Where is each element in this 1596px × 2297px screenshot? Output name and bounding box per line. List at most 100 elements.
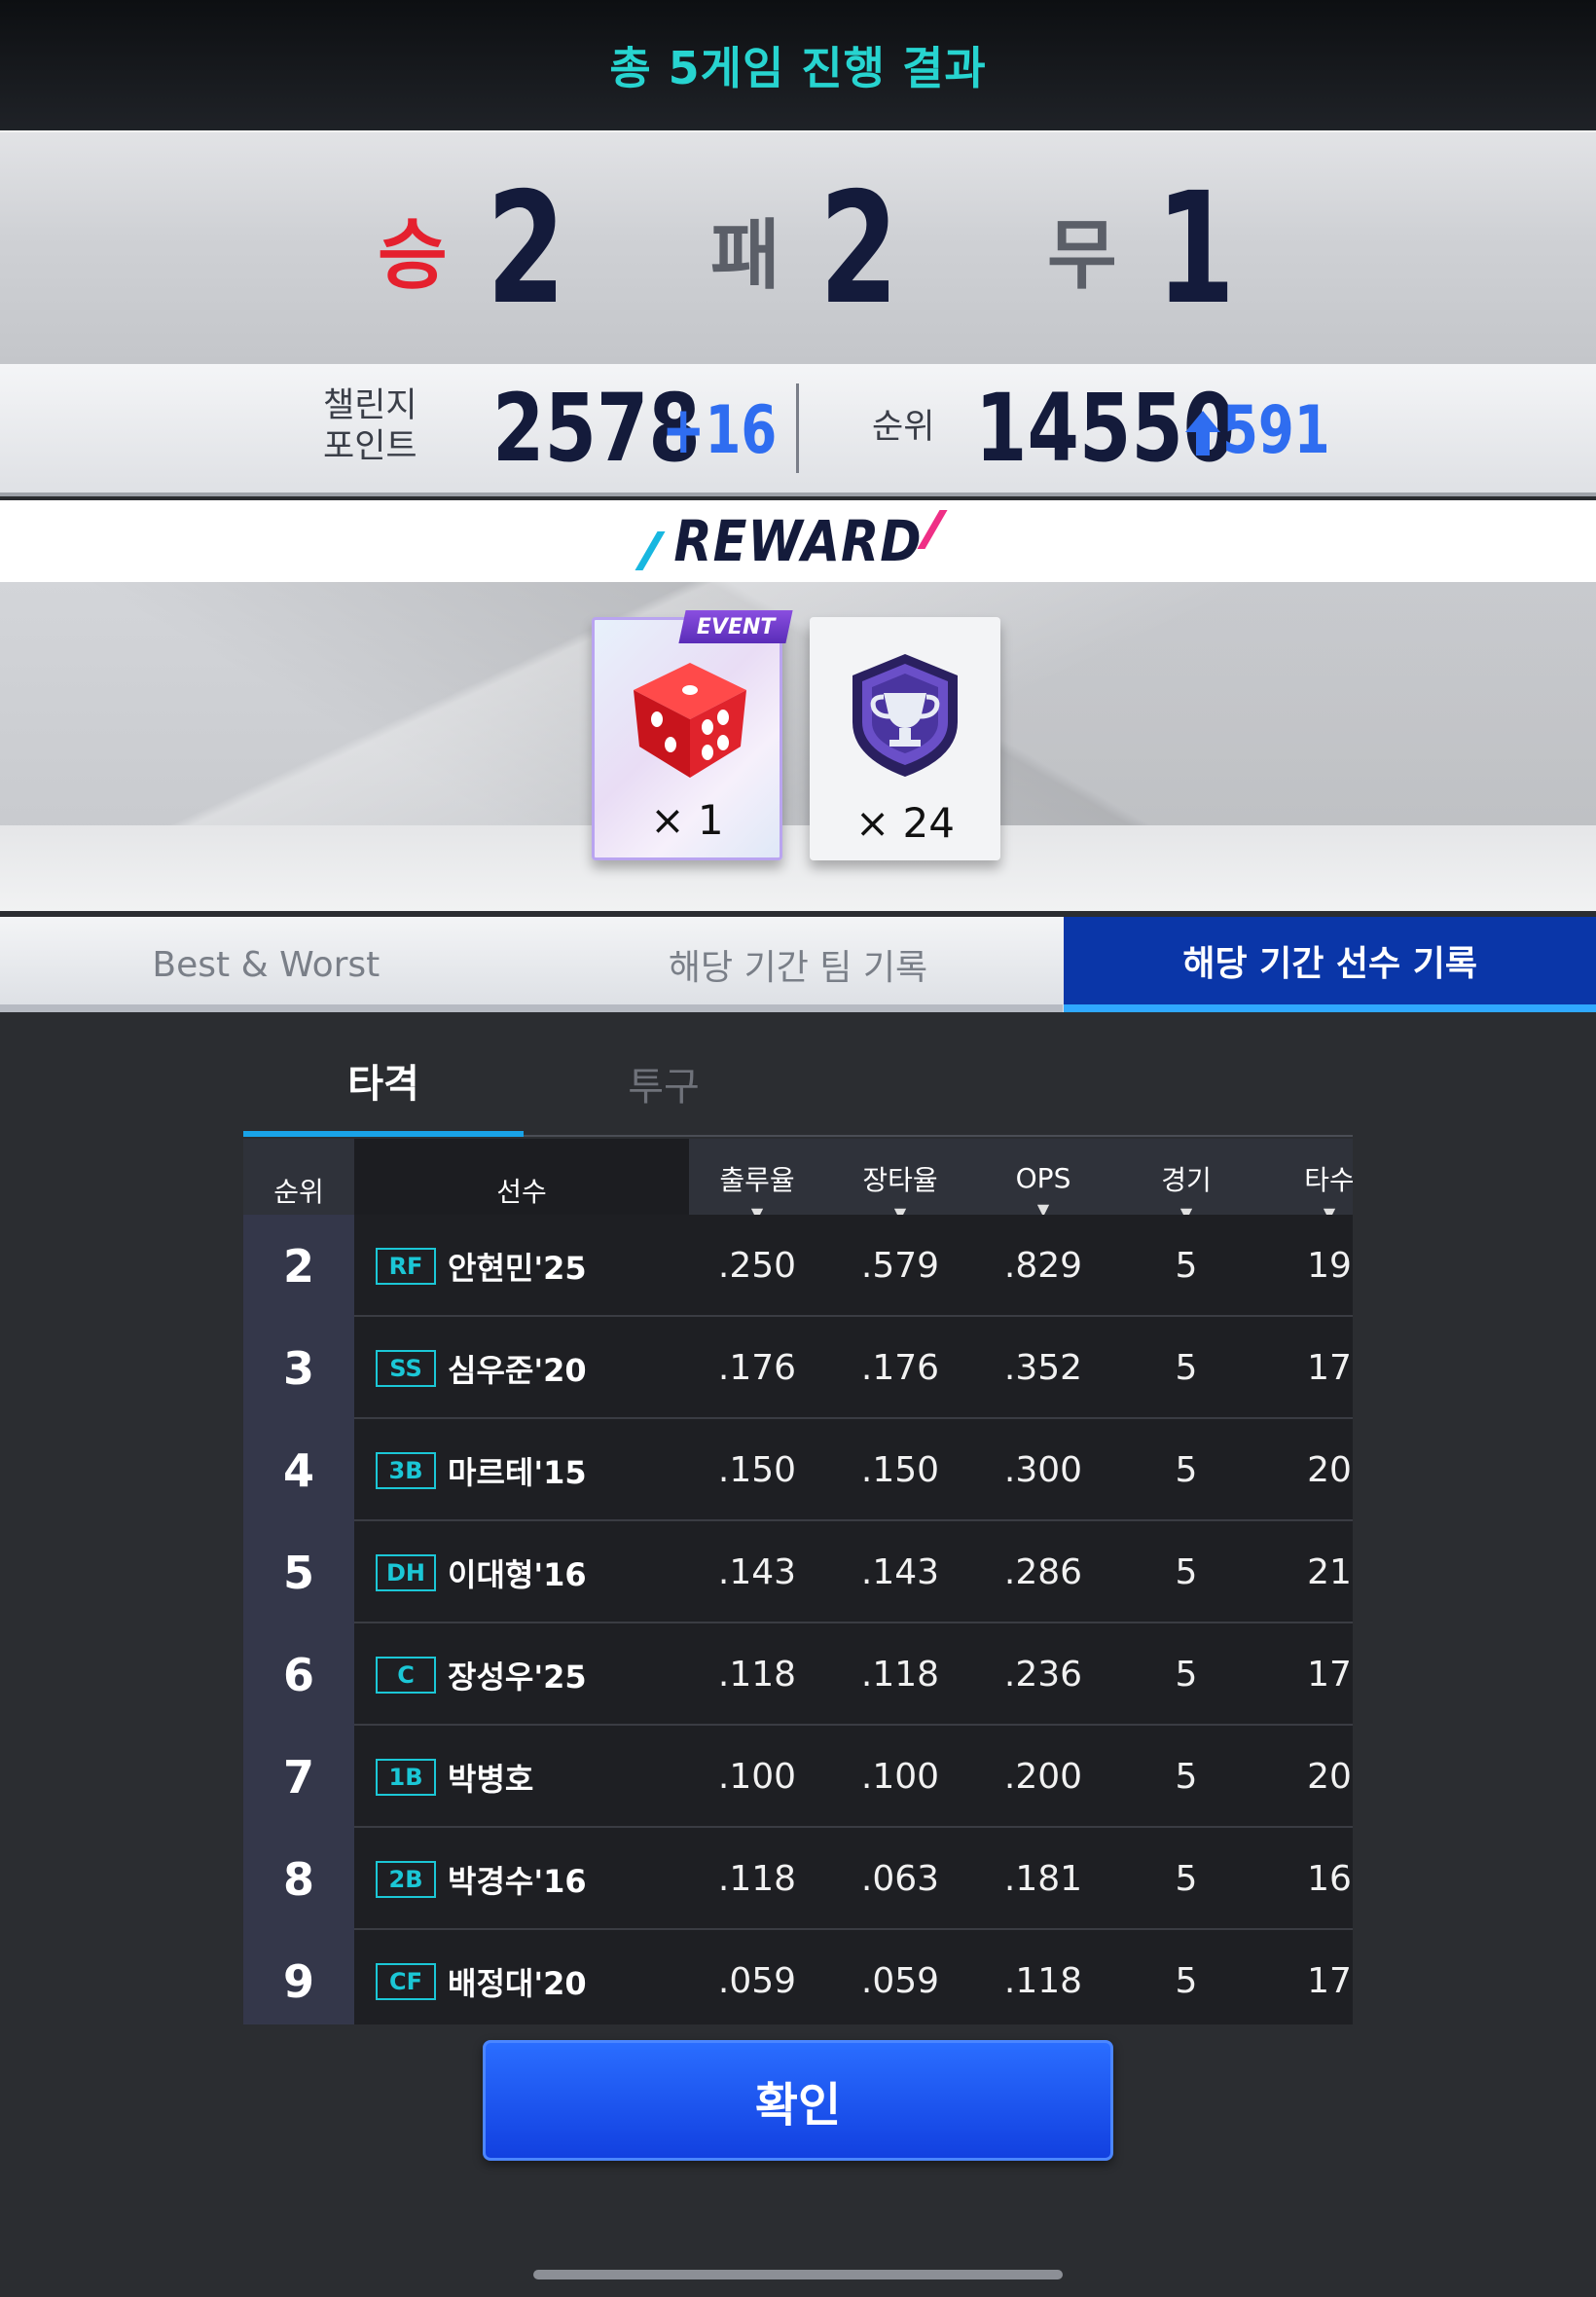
obp-value: .176 [717, 1348, 797, 1388]
slg-value: .059 [860, 1961, 940, 2001]
ops-value: .181 [1003, 1859, 1083, 1899]
slg-value: .100 [860, 1757, 940, 1797]
player-name: 박경수'16 [448, 1862, 587, 1900]
rank-cell: 9 [243, 1930, 354, 2024]
arrow-up-icon [1185, 411, 1220, 456]
rank-cell: 3 [243, 1317, 354, 1419]
rank-cell: 6 [243, 1623, 354, 1726]
reward-card-dice[interactable]: EVENT × 1 [592, 610, 793, 860]
games-value: 5 [1175, 1961, 1198, 2001]
slg-value: .118 [860, 1655, 940, 1695]
draw-label: 무 [1047, 212, 1117, 300]
position-badge: CF [376, 1963, 436, 2000]
games-value: 5 [1175, 1859, 1198, 1899]
position-badge: 1B [376, 1759, 436, 1796]
table-row[interactable]: 2 RF 안현민'25 .250 .579 .829 5 19 [243, 1215, 1353, 1317]
at-bats-value: 16 [1307, 1859, 1352, 1899]
tab-best-worst[interactable]: Best & Worst [0, 917, 532, 1012]
at-bats-value: 17 [1307, 1961, 1352, 2001]
ops-value: .352 [1003, 1348, 1083, 1388]
win-label: 승 [378, 212, 448, 300]
position-badge: SS [376, 1350, 436, 1387]
reward-card-trophy[interactable]: × 24 [810, 617, 1000, 860]
ops-value: .286 [1003, 1552, 1083, 1592]
win-count: 2 [486, 160, 565, 339]
loss-label: 패 [710, 212, 780, 300]
rank-cell: 5 [243, 1521, 354, 1623]
draw-record: 무 1 [1047, 160, 1252, 339]
table-row[interactable]: 3 SS 심우준'20 .176 .176 .352 5 17 [243, 1317, 1353, 1419]
player-name: 심우준'20 [448, 1351, 587, 1389]
player-name: 이대형'16 [448, 1555, 587, 1593]
table-row[interactable]: 7 1B 박병호 .100 .100 .200 5 20 [243, 1726, 1353, 1828]
position-badge: DH [376, 1554, 436, 1591]
games-value: 5 [1175, 1757, 1198, 1797]
reward-floor [0, 825, 1596, 911]
slg-value: .143 [860, 1552, 940, 1592]
at-bats-value: 20 [1307, 1757, 1352, 1797]
table-row[interactable]: 8 2B 박경수'16 .118 .063 .181 5 16 [243, 1828, 1353, 1930]
record-tabs: Best & Worst 해당 기간 팀 기록 해당 기간 선수 기록 [0, 917, 1596, 1012]
slg-value: .579 [860, 1246, 940, 1286]
games-value: 5 [1175, 1246, 1198, 1286]
rank-label: 순위 [872, 408, 935, 447]
rank-delta: 591 [1222, 392, 1330, 469]
table-row[interactable]: 6 C 장성우'25 .118 .118 .236 5 17 [243, 1623, 1353, 1726]
rank-cell: 4 [243, 1419, 354, 1521]
player-name: 장성우'25 [448, 1658, 587, 1695]
record-panel: 승 2 패 2 무 1 [0, 130, 1596, 364]
home-indicator[interactable] [533, 2270, 1063, 2279]
player-name: 안현민'25 [448, 1249, 587, 1287]
player-stats-table[interactable]: 순위 선수 출루율 ▼ 장타율 ▼ OPS ▼ 경기 ▼ 타수 ▼ 2 RF 안현민'25… [243, 1139, 1353, 2024]
games-value: 5 [1175, 1655, 1198, 1695]
at-bats-value: 19 [1307, 1246, 1352, 1286]
tab-team-record[interactable]: 해당 기간 팀 기록 [531, 917, 1065, 1012]
points-delta: +16 [662, 392, 778, 469]
obp-value: .118 [717, 1655, 797, 1695]
points-label-line1: 챌린지 [323, 386, 417, 425]
ops-value: .236 [1003, 1655, 1083, 1695]
obp-value: .059 [717, 1961, 797, 2001]
table-row[interactable]: 9 CF 배정대'20 .059 .059 .118 5 17 [243, 1930, 1353, 2024]
obp-value: .118 [717, 1859, 797, 1899]
ops-value: .200 [1003, 1757, 1083, 1797]
stat-type-tabs: 타격 투구 [243, 1030, 1353, 1137]
tab-player-record[interactable]: 해당 기간 선수 기록 [1064, 917, 1596, 1012]
rank-cell: 7 [243, 1726, 354, 1828]
reward-title: REWARD [673, 508, 923, 574]
trophy-count: × 24 [855, 799, 955, 847]
dice-count: × 1 [650, 796, 724, 844]
points-label-line2: 포인트 [323, 427, 417, 466]
dice-icon [634, 663, 746, 778]
games-value: 5 [1175, 1450, 1198, 1490]
position-badge: 2B [376, 1861, 436, 1898]
stats-strip: 챌린지 포인트 2578 +16 순위 14550 591 [0, 364, 1596, 496]
player-name: 박병호 [448, 1760, 534, 1798]
ops-value: .829 [1003, 1246, 1083, 1286]
slg-value: .176 [860, 1348, 940, 1388]
at-bats-value: 17 [1307, 1655, 1352, 1695]
at-bats-value: 21 [1307, 1552, 1352, 1592]
cyan-slash-decoration [635, 531, 666, 570]
games-value: 5 [1175, 1348, 1198, 1388]
rank-cell: 8 [243, 1828, 354, 1930]
player-name: 마르테'15 [448, 1453, 587, 1491]
ops-value: .118 [1003, 1961, 1083, 2001]
title-bar: 총 5게임 진행 결과 [0, 0, 1596, 130]
event-tag: EVENT [678, 610, 793, 643]
obp-value: .250 [717, 1246, 797, 1286]
reward-banner: REWARD [0, 500, 1596, 582]
player-name: 배정대'20 [448, 1964, 587, 2002]
table-row[interactable]: 4 3B 마르테'15 .150 .150 .300 5 20 [243, 1419, 1353, 1521]
loss-record: 패 2 [710, 160, 916, 339]
position-badge: C [376, 1657, 436, 1694]
tab-underline [0, 1004, 1063, 1012]
tab-pitching[interactable]: 투구 [524, 1030, 804, 1137]
stats-divider [796, 383, 799, 473]
win-record: 승 2 [378, 160, 583, 339]
confirm-button[interactable]: 확인 [483, 2040, 1113, 2161]
trophy-emblem-icon [852, 654, 958, 777]
position-badge: 3B [376, 1452, 436, 1489]
tab-batting[interactable]: 타격 [243, 1030, 524, 1137]
table-row[interactable]: 5 DH 이대형'16 .143 .143 .286 5 21 [243, 1521, 1353, 1623]
